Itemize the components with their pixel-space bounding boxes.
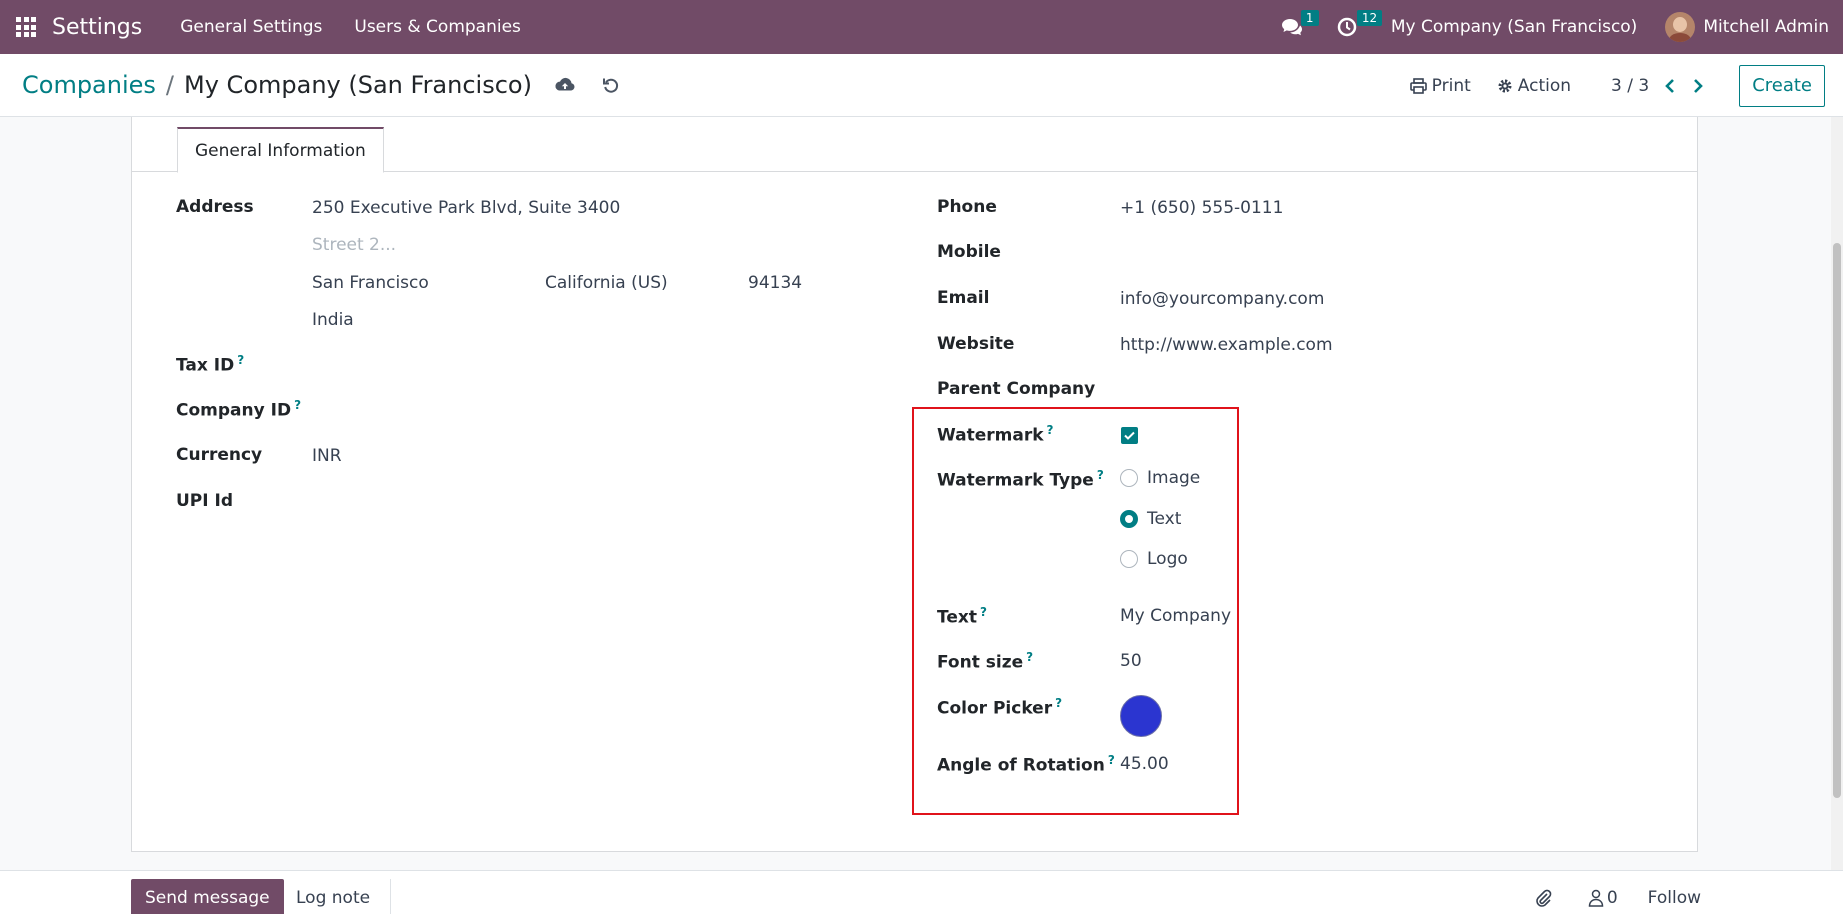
help-icon[interactable]: ? [237, 353, 244, 367]
send-message-button[interactable]: Send message [131, 879, 284, 914]
pager-previous-button[interactable] [1659, 78, 1681, 94]
activities-badge: 12 [1356, 10, 1383, 26]
breadcrumb-separator: / [165, 71, 175, 99]
user-icon [1588, 889, 1604, 907]
help-icon[interactable]: ? [1108, 753, 1115, 767]
top-navbar: Settings General Settings Users & Compan… [0, 0, 1843, 54]
user-avatar[interactable] [1665, 12, 1696, 42]
watermark-checkbox[interactable] [1121, 427, 1138, 444]
font-size-label: Font size? [937, 650, 1034, 673]
radio-logo-label[interactable]: Logo [1147, 549, 1188, 569]
pager-value[interactable]: 3 / 3 [1611, 76, 1649, 96]
page-scrollbar[interactable] [1831, 117, 1843, 870]
company-id-label: Company ID? [176, 398, 302, 421]
discard-button[interactable] [598, 72, 624, 98]
website-label: Website [937, 334, 1015, 354]
help-icon[interactable]: ? [1026, 650, 1033, 664]
currency-label: Currency [176, 445, 263, 465]
create-button[interactable]: Create [1739, 64, 1825, 107]
company-switcher[interactable]: My Company (San Francisco) [1391, 17, 1637, 37]
radio-text-label[interactable]: Text [1147, 509, 1181, 529]
country-field[interactable]: India [312, 310, 354, 330]
activities-button[interactable]: 12 [1337, 0, 1383, 54]
watermark-type-label: Watermark Type? [937, 468, 1104, 491]
undo-icon [602, 78, 619, 93]
breadcrumb-current: My Company (San Francisco) [184, 71, 532, 99]
help-icon[interactable]: ? [1055, 696, 1062, 710]
color-picker-swatch[interactable] [1120, 695, 1162, 737]
chevron-right-icon [1694, 78, 1704, 93]
app-brand[interactable]: Settings [52, 15, 142, 40]
notebook-tabs: General Information [132, 117, 1697, 173]
text-field[interactable]: My Company [1120, 606, 1231, 626]
menu-users-companies[interactable]: Users & Companies [354, 17, 521, 37]
address-label: Address [176, 197, 254, 217]
log-note-button[interactable]: Log note [276, 879, 392, 914]
pager-next-button[interactable] [1687, 78, 1709, 94]
checkmark-icon [1124, 431, 1135, 440]
radio-text[interactable] [1120, 510, 1138, 528]
breadcrumb: Companies / My Company (San Francisco) [22, 71, 532, 99]
help-icon[interactable]: ? [1047, 423, 1054, 437]
chatter-bar: Send message Log note 0 Follow [0, 870, 1843, 914]
save-button[interactable] [552, 72, 578, 98]
city-field[interactable]: San Francisco [312, 273, 429, 293]
font-size-field[interactable]: 50 [1120, 651, 1142, 671]
help-icon[interactable]: ? [980, 605, 987, 619]
control-panel: Companies / My Company (San Francisco) P… [0, 54, 1843, 117]
text-label: Text? [937, 605, 987, 628]
attachment-button[interactable] [1534, 888, 1552, 908]
paperclip-icon [1536, 889, 1552, 907]
action-label: Action [1517, 75, 1572, 96]
street-field[interactable]: 250 Executive Park Blvd, Suite 3400 [312, 198, 620, 218]
zip-field[interactable]: 94134 [748, 273, 802, 293]
angle-label: Angle of Rotation? [937, 753, 1115, 776]
messages-button[interactable]: 1 [1281, 0, 1319, 54]
street2-field[interactable]: Street 2... [312, 235, 396, 255]
tab-general-information[interactable]: General Information [177, 127, 384, 173]
gear-icon [1498, 79, 1512, 92]
cloud-upload-icon [555, 77, 575, 91]
print-label: Print [1431, 75, 1471, 96]
color-picker-label: Color Picker? [937, 696, 1063, 719]
followers-button[interactable]: 0 [1588, 888, 1618, 908]
watermark-label: Watermark? [937, 423, 1054, 446]
angle-field[interactable]: 45.00 [1120, 754, 1169, 774]
mobile-label: Mobile [937, 242, 1001, 262]
scrollbar-thumb[interactable] [1833, 243, 1841, 798]
menu-general-settings[interactable]: General Settings [180, 17, 322, 37]
messages-badge: 1 [1300, 10, 1319, 26]
help-icon[interactable]: ? [1097, 468, 1104, 482]
help-icon[interactable]: ? [294, 398, 301, 412]
print-button[interactable]: Print [1409, 75, 1471, 96]
parent-company-label: Parent Company [937, 379, 1096, 399]
currency-field[interactable]: INR [312, 446, 342, 466]
state-field[interactable]: California (US) [545, 273, 668, 293]
phone-label: Phone [937, 197, 997, 217]
apps-menu-icon[interactable] [16, 17, 36, 37]
action-button[interactable]: Action [1497, 76, 1571, 96]
form-sheet: General Information Address 250 Executiv… [131, 117, 1698, 852]
email-label: Email [937, 288, 990, 308]
breadcrumb-companies[interactable]: Companies [22, 71, 156, 99]
radio-image-label[interactable]: Image [1147, 468, 1200, 488]
radio-image[interactable] [1120, 469, 1138, 487]
user-menu[interactable]: Mitchell Admin [1703, 17, 1829, 37]
phone-field[interactable]: +1 (650) 555-0111 [1120, 198, 1283, 218]
upi-id-label: UPI Id [176, 491, 234, 511]
chat-icon [1281, 19, 1302, 36]
website-field[interactable]: http://www.example.com [1120, 335, 1333, 355]
follow-button[interactable]: Follow [1648, 888, 1701, 908]
radio-logo[interactable] [1120, 550, 1138, 568]
chevron-left-icon [1665, 78, 1675, 93]
printer-icon [1409, 77, 1427, 94]
followers-count: 0 [1606, 888, 1618, 908]
clock-icon [1337, 17, 1357, 37]
email-field[interactable]: info@yourcompany.com [1120, 289, 1324, 309]
tax-id-label: Tax ID? [176, 353, 245, 376]
